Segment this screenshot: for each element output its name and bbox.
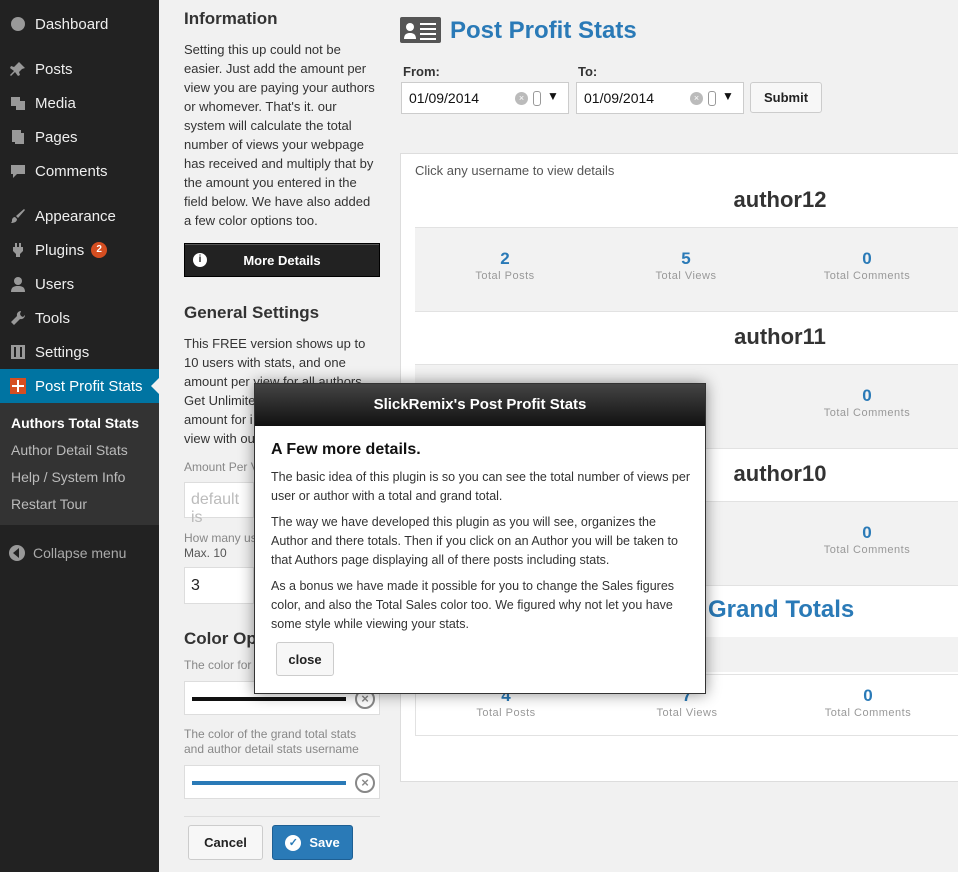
to-date-spinner[interactable] <box>708 91 716 106</box>
grand-totals-heading: Grand Totals <box>708 596 855 623</box>
close-button[interactable]: close <box>276 642 334 676</box>
user-icon <box>9 275 27 293</box>
plugins-update-badge: 2 <box>91 242 108 258</box>
clear-from-date-icon[interactable]: × <box>515 92 528 105</box>
modal-heading: A Few more details. <box>271 441 421 458</box>
information-text: Setting this up could not be easier. Jus… <box>184 42 375 228</box>
menu-appearance[interactable]: Appearance <box>0 199 159 233</box>
total-posts-stat: 2 Total Posts <box>475 249 535 282</box>
menu-pages[interactable]: Pages <box>0 120 159 154</box>
submit-button[interactable]: Submit <box>750 82 822 113</box>
collapse-arrow-icon <box>9 545 25 561</box>
collapse-menu[interactable]: Collapse menu <box>0 541 159 565</box>
menu-dashboard[interactable]: Dashboard <box>0 7 159 41</box>
total-views-stat: 5 Total Views <box>655 249 717 282</box>
color-swatch-2 <box>192 781 346 785</box>
author-username-link[interactable]: author11 <box>600 324 958 350</box>
from-date-spinner[interactable] <box>533 91 541 106</box>
modal-paragraph: As a bonus we have made it possible for … <box>271 579 675 631</box>
page-title: Post Profit Stats <box>450 17 637 44</box>
modal-paragraph: The way we have developed this plugin as… <box>271 515 678 567</box>
submenu-restart-tour[interactable]: Restart Tour <box>11 496 87 512</box>
color-swatch-1 <box>192 697 346 701</box>
menu-media[interactable]: Media <box>0 86 159 120</box>
brush-icon <box>9 207 27 225</box>
from-date-dropdown-icon[interactable]: ▼ <box>547 89 559 103</box>
submenu-author-detail-stats[interactable]: Author Detail Stats <box>11 442 128 458</box>
menu-users[interactable]: Users <box>0 267 159 301</box>
menu-tools[interactable]: Tools <box>0 301 159 335</box>
sliders-icon <box>9 343 27 361</box>
to-label: To: <box>578 64 598 79</box>
total-comments-stat: 0 Total Comments <box>823 249 911 282</box>
id-card-icon <box>400 17 441 43</box>
color-options-heading: Color Op <box>184 629 257 648</box>
save-button[interactable]: ✓ Save <box>272 825 353 860</box>
stats-plugin-icon <box>9 377 27 395</box>
submenu-help-system-info[interactable]: Help / System Info <box>11 469 125 485</box>
total-comments-stat: 0 Total Comments <box>823 386 911 419</box>
author-username-link[interactable]: author12 <box>600 187 958 213</box>
menu-comments[interactable]: Comments <box>0 154 159 188</box>
media-icon <box>9 94 27 112</box>
menu-post-profit-stats[interactable]: Post Profit Stats <box>0 369 159 403</box>
amount-per-view-field[interactable]: default is <box>184 482 254 526</box>
admin-sidebar: Dashboard Posts Media Pages Comments App… <box>0 0 159 872</box>
menu-settings[interactable]: Settings <box>0 335 159 369</box>
modal-paragraph: The basic idea of this plugin is so you … <box>271 470 690 503</box>
clear-to-date-icon[interactable]: × <box>690 92 703 105</box>
hint-text: Click any username to view details <box>415 163 615 178</box>
author-stats-row: 2 Total Posts 5 Total Views 0 Total Comm… <box>415 227 958 312</box>
general-settings-heading: General Settings <box>184 303 320 322</box>
menu-posts[interactable]: Posts <box>0 52 159 86</box>
pages-icon <box>9 128 27 146</box>
checkmark-icon: ✓ <box>285 834 302 851</box>
color-2-label: The color of the grand total stats and a… <box>184 727 359 756</box>
more-details-button[interactable]: i More Details <box>184 243 380 277</box>
how-many-users-field[interactable]: 3 <box>184 567 254 604</box>
amount-per-view-label: Amount Per V <box>184 460 259 474</box>
wrench-icon <box>9 309 27 327</box>
from-date-input[interactable]: 01/09/2014 × ▼ <box>401 82 569 114</box>
color-picker-2[interactable]: × <box>184 765 380 799</box>
pin-icon <box>9 60 27 78</box>
clear-color-2-icon[interactable]: × <box>355 773 375 793</box>
divider <box>184 816 380 817</box>
total-comments-stat: 0 Total Comments <box>823 523 911 556</box>
comment-icon <box>9 162 27 180</box>
dashboard-icon <box>9 15 27 33</box>
info-icon: i <box>193 253 207 267</box>
color-1-label: The color for <box>184 658 252 672</box>
submenu-authors-total-stats[interactable]: Authors Total Stats <box>11 415 139 431</box>
to-date-dropdown-icon[interactable]: ▼ <box>722 89 734 103</box>
from-label: From: <box>403 64 440 79</box>
modal-title: SlickRemix's Post Profit Stats <box>255 384 705 426</box>
information-heading: Information <box>184 9 278 28</box>
plug-icon <box>9 241 27 259</box>
grand-total-comments-stat: 0 Total Comments <box>824 686 912 719</box>
details-modal: SlickRemix's Post Profit Stats A Few mor… <box>254 383 706 694</box>
menu-plugins[interactable]: Plugins 2 <box>0 233 159 267</box>
to-date-input[interactable]: 01/09/2014 × ▼ <box>576 82 744 114</box>
cancel-button[interactable]: Cancel <box>188 825 263 860</box>
how-many-users-label: How many us Max. 10 <box>184 531 257 560</box>
post-profit-submenu: Authors Total Stats Author Detail Stats … <box>0 403 159 525</box>
